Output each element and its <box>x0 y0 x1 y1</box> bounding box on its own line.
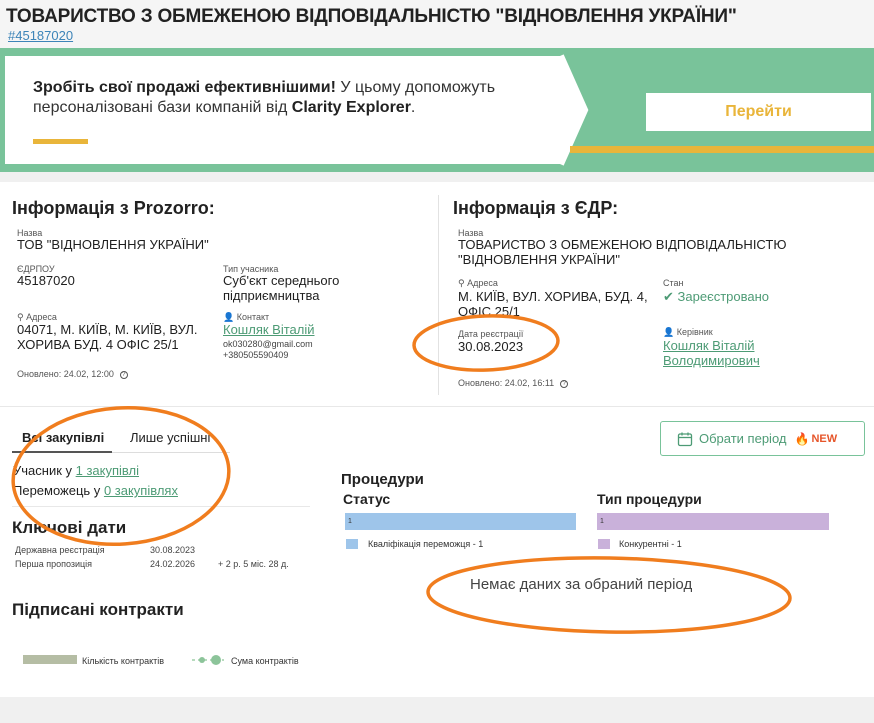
status-legend-swatch <box>346 539 358 549</box>
person-icon: 👤 <box>663 327 675 337</box>
pin-icon: ⚲ <box>458 278 465 288</box>
participant-prefix: Учасник у <box>13 463 76 478</box>
edr-address-label: ⚲ Адреса <box>458 278 498 289</box>
tab-successful-only[interactable]: Лише успішні <box>130 430 210 445</box>
new-badge: NEW <box>811 432 838 445</box>
company-id-link[interactable]: #45187020 <box>8 28 73 43</box>
annotation-ellipse-no-data <box>426 556 792 634</box>
key-date-row-date: 24.02.2026 <box>150 559 196 569</box>
edr-updated-text: Оновлено: 24.02, 16:11 <box>458 378 555 388</box>
key-dates-divider <box>12 506 310 507</box>
select-period-label: Обрати період <box>699 431 787 446</box>
edr-title: Інформація з ЄДР: <box>453 198 619 218</box>
address-label-text: Адреса <box>26 312 57 322</box>
page-header: ТОВАРИСТВО З ОБМЕЖЕНОЮ ВІДПОВІДАЛЬНІСТЮ … <box>0 0 874 48</box>
reg-date: 30.08.2023 <box>458 339 524 354</box>
prozorro-title: Інформація з Prozorro: <box>12 198 215 218</box>
banner-go-button[interactable]: Перейти <box>646 93 871 131</box>
contact-name[interactable]: Кошляк Віталій <box>223 322 315 337</box>
contracts-count-legend-swatch <box>23 655 77 664</box>
contact-label-text: Контакт <box>236 312 270 322</box>
tab-all-procurements[interactable]: Всі закупівлі <box>22 430 104 445</box>
type-bar: 1 <box>597 513 829 530</box>
no-data-message: Немає даних за обраний період <box>470 576 693 593</box>
fire-icon: 🔥 <box>794 431 810 446</box>
banner-text: Зробіть свої продажі ефективнішими! У ць… <box>33 78 553 118</box>
prozorro-edrpou: 45187020 <box>17 273 75 288</box>
contact-name-link[interactable]: Кошляк Віталій <box>223 322 315 337</box>
winner-link[interactable]: 0 закупівлях <box>104 483 178 498</box>
state-text: Зареєстровано <box>677 289 770 304</box>
prozorro-updated: Оновлено: 24.02, 12:00? <box>17 369 128 379</box>
contracts-sum-legend: Сума контрактів <box>231 656 299 666</box>
help-icon[interactable]: ? <box>119 370 128 379</box>
winner-count: Переможець у 0 закупівлях <box>13 483 178 498</box>
bottom-separator <box>0 697 874 723</box>
person-icon: 👤 <box>223 312 235 322</box>
participant-link[interactable]: 1 закупівлі <box>76 463 139 478</box>
contact-phone: +380505590409 <box>223 350 289 360</box>
state-value: ✔ Зареєстровано <box>663 289 769 304</box>
type-legend-swatch <box>598 539 610 549</box>
active-tab-indicator <box>12 451 112 453</box>
procedures-title: Процедури <box>341 471 424 488</box>
banner-end: . <box>410 99 416 116</box>
key-date-row-date: 30.08.2023 <box>150 545 196 555</box>
procedure-type-title: Тип процедури <box>597 491 702 507</box>
reg-date-label: Дата реєстрації <box>458 329 524 339</box>
horizontal-divider <box>0 406 874 407</box>
winner-prefix: Переможець у <box>13 483 104 498</box>
edr-address-label-text: Адреса <box>467 278 498 288</box>
head-label-text: Керівник <box>676 327 713 337</box>
column-divider <box>438 195 439 395</box>
banner-bold-text: Зробіть свої продажі ефективнішими! <box>33 79 336 96</box>
banner-brand: Clarity Explorer <box>291 99 411 116</box>
key-date-row-label: Державна реєстрація <box>15 545 105 555</box>
contracts-sum-legend-swatch <box>192 655 224 665</box>
key-date-row-label: Перша пропозиція <box>15 559 93 569</box>
contracts-count-legend: Кількість контрактів <box>82 656 165 666</box>
contracts-title: Підписані контракти <box>12 600 184 619</box>
select-period-button[interactable]: Обрати період 🔥 NEW <box>660 421 865 456</box>
pin-icon: ⚲ <box>17 312 24 322</box>
status-title: Статус <box>343 491 391 507</box>
prozorro-name: ТОВ "ВІДНОВЛЕННЯ УКРАЇНИ" <box>17 237 209 252</box>
help-icon[interactable]: ? <box>560 379 569 388</box>
edr-updated: Оновлено: 24.02, 16:11? <box>458 378 569 388</box>
prozorro-updated-text: Оновлено: 24.02, 12:00 <box>17 369 114 379</box>
state-label: Стан <box>663 278 684 288</box>
head-name[interactable]: Кошляк Віталій Володимирович <box>663 338 760 368</box>
check-icon: ✔ <box>663 289 674 304</box>
status-legend: Кваліфікація переможця - 1 <box>368 539 484 549</box>
prozorro-address: 04071, М. КИЇВ, М. КИЇВ, ВУЛ. ХОРИВА БУД… <box>17 322 198 352</box>
head-name-link[interactable]: Кошляк Віталій Володимирович <box>663 338 803 368</box>
status-bar: 1 <box>345 513 576 530</box>
participant-count: Учасник у 1 закупівлі <box>13 463 139 478</box>
edr-name: ТОВАРИСТВО З ОБМЕЖЕНОЮ ВІДПОВІДАЛЬНІСТЮ … <box>458 237 787 267</box>
participant-type: Суб'єкт середнього підприємництва <box>223 273 340 303</box>
edr-address: М. КИЇВ, ВУЛ. ХОРИВА, БУД. 4, ОФІС 25/1 <box>458 289 648 319</box>
promo-banner: Зробіть свої продажі ефективнішими! У ць… <box>0 48 874 172</box>
key-date-row-note: + 2 р. 5 міс. 28 д. <box>218 559 289 569</box>
head-label: 👤 Керівник <box>663 327 713 338</box>
calendar-icon <box>677 432 693 446</box>
type-legend: Конкурентні - 1 <box>619 539 682 549</box>
key-dates-title: Ключові дати <box>12 518 127 537</box>
section-separator <box>0 172 874 182</box>
company-title: ТОВАРИСТВО З ОБМЕЖЕНОЮ ВІДПОВІДАЛЬНІСТЮ … <box>6 6 737 27</box>
